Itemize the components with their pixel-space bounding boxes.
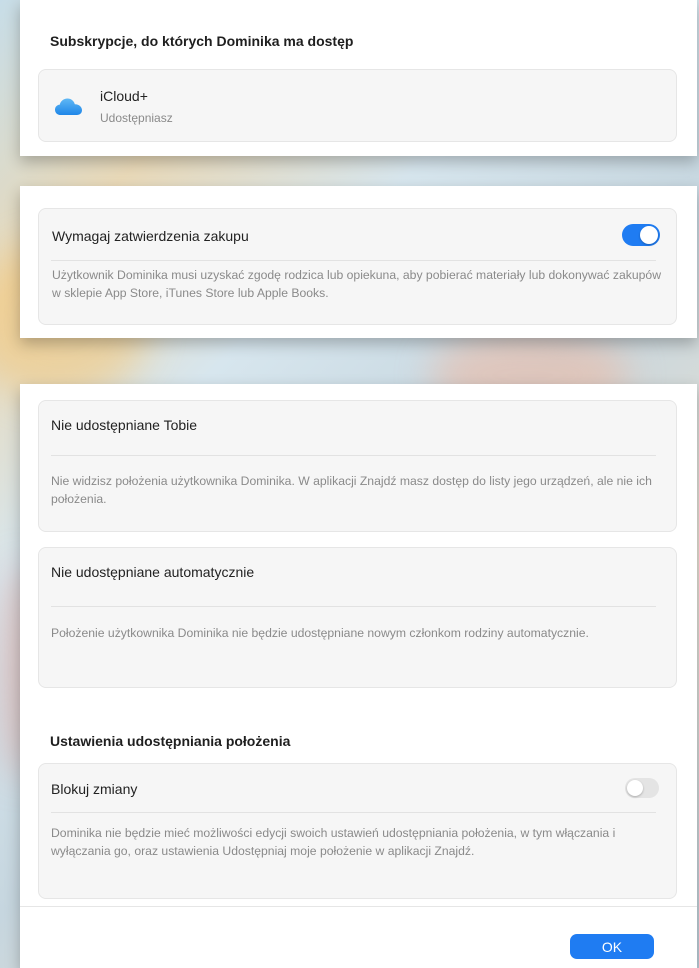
not-shared-title: Nie udostępniane Tobie [51,417,198,433]
divider [51,812,656,813]
purchase-approval-panel: Wymagaj zatwierdzenia zakupu Użytkownik … [20,186,697,338]
purchase-approval-label: Wymagaj zatwierdzenia zakupu [52,228,249,244]
purchase-approval-toggle[interactable] [622,224,660,246]
subscriptions-panel: Subskrypcje, do których Dominika ma dost… [20,0,697,156]
lock-changes-label: Blokuj zmiany [51,781,138,797]
location-settings-heading: Ustawienia udostępniania położenia [50,733,291,749]
icloud-icon [55,98,82,115]
subscription-item-card[interactable]: iCloud+ Udostępniasz [38,69,677,142]
not-auto-description: Położenie użytkownika Dominika nie będzi… [51,626,589,640]
footer-divider [20,906,697,907]
not-auto-card: Nie udostępniane automatycznie Położenie… [38,547,677,688]
subscriptions-heading: Subskrypcje, do których Dominika ma dost… [50,33,354,49]
subscription-status: Udostępniasz [100,111,173,125]
lock-changes-description: Dominika nie będzie mieć możliwości edyc… [51,826,616,858]
lock-changes-card: Blokuj zmiany Dominika nie będzie mieć m… [38,763,677,899]
not-shared-description: Nie widzisz położenia użytkownika Domini… [51,474,652,506]
subscription-name: iCloud+ [100,88,148,104]
location-panel: Nie udostępniane Tobie Nie widzisz położ… [20,384,697,968]
lock-changes-toggle[interactable] [625,778,659,798]
purchase-approval-card: Wymagaj zatwierdzenia zakupu Użytkownik … [38,208,677,325]
purchase-approval-description: Użytkownik Dominika musi uzyskać zgodę r… [52,268,661,300]
divider [51,606,656,607]
divider [51,455,656,456]
toggle-knob [640,226,658,244]
not-shared-card: Nie udostępniane Tobie Nie widzisz położ… [38,400,677,532]
divider [51,260,656,261]
not-auto-title: Nie udostępniane automatycznie [51,564,255,580]
ok-button[interactable]: OK [570,934,654,959]
toggle-knob [627,780,643,796]
